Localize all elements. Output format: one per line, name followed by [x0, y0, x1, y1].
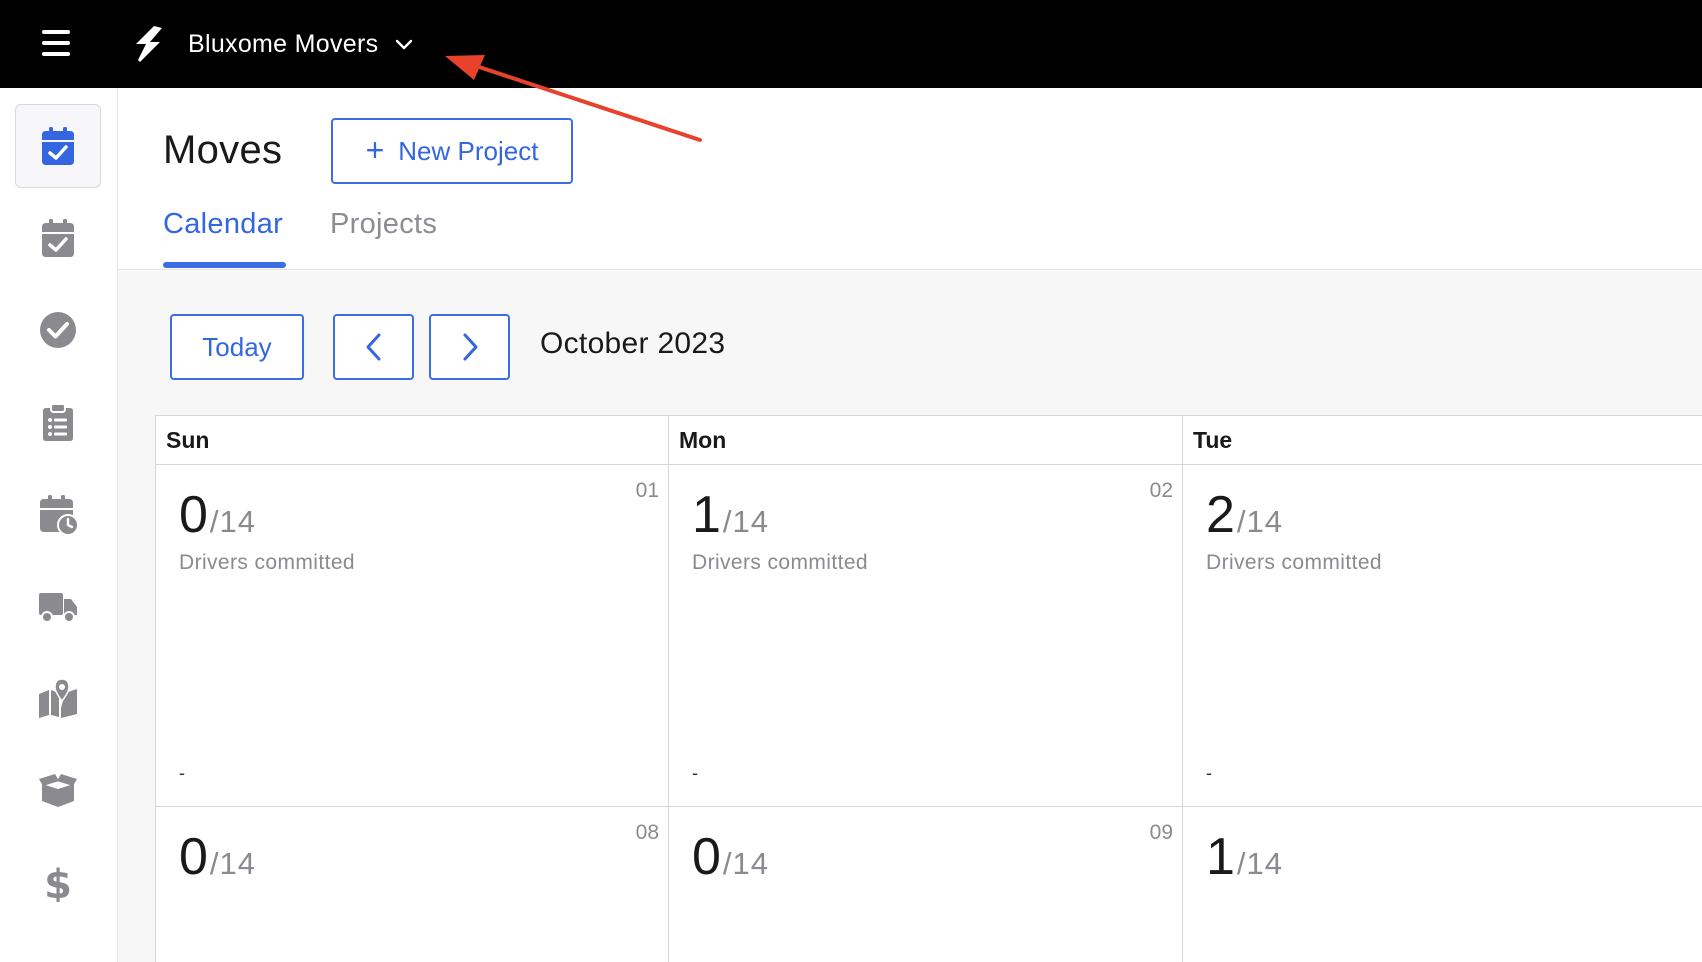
plus-icon: + [365, 131, 385, 168]
calendar-grid: Sun Mon Tue 01 0 /14 Drivers committed -… [155, 415, 1702, 962]
drivers-committed-count: 0 /14 [179, 827, 256, 887]
calendar-clock-icon [40, 495, 78, 534]
new-project-label: New Project [398, 135, 539, 166]
check-circle-icon [40, 312, 76, 348]
next-month-button[interactable] [429, 314, 510, 380]
committed-number: 0 [179, 486, 209, 544]
calendar-day-cell[interactable]: 1 /14 [1183, 807, 1702, 962]
drivers-committed-count: 1 /14 [692, 485, 769, 545]
drivers-committed-count: 0 /14 [179, 485, 256, 545]
day-summary: - [1206, 763, 1212, 783]
sidebar-item-territories[interactable] [15, 656, 101, 740]
svg-text:$: $ [44, 862, 72, 902]
day-header-sun: Sun [156, 416, 669, 465]
today-button[interactable]: Today [170, 314, 304, 380]
committed-number: 1 [692, 486, 722, 544]
calendar-check-icon [42, 127, 74, 165]
organization-switcher[interactable]: Bluxome Movers [188, 26, 414, 62]
truck-icon [39, 593, 77, 623]
day-number: 01 [635, 479, 659, 502]
month-label: October 2023 [540, 327, 726, 360]
sidebar-item-tasks[interactable] [15, 288, 101, 372]
lightning-bolt-logo-icon [136, 26, 162, 62]
chevron-left-icon [366, 333, 380, 361]
calendar-day-cell[interactable]: 01 0 /14 Drivers committed - [156, 465, 669, 807]
sidebar-item-moves[interactable] [15, 104, 101, 188]
organization-name: Bluxome Movers [188, 29, 379, 58]
calendar-day-cell[interactable]: 2 /14 Drivers committed - [1183, 465, 1702, 807]
committed-number: 1 [1206, 828, 1236, 886]
day-number: 09 [1149, 821, 1173, 844]
page-title: Moves [163, 128, 283, 172]
day-summary: - [692, 763, 698, 783]
calendar-day-cell[interactable]: 08 0 /14 [156, 807, 669, 962]
sidebar-item-availability[interactable] [15, 472, 101, 556]
calendar-day-cell[interactable]: 02 1 /14 Drivers committed - [669, 465, 1183, 807]
calendar-day-cell[interactable]: 09 0 /14 [669, 807, 1183, 962]
committed-number: 2 [1206, 486, 1236, 544]
sidebar-item-schedule[interactable] [15, 196, 101, 280]
hamburger-menu-icon[interactable] [42, 30, 72, 56]
calendar-check-icon [42, 219, 74, 257]
dollar-icon: $ [44, 862, 72, 902]
drivers-committed-count: 0 /14 [692, 827, 769, 887]
drivers-committed-label: Drivers committed [692, 551, 868, 574]
committed-number: 0 [692, 828, 722, 886]
day-header-mon: Mon [669, 416, 1183, 465]
day-header-tue: Tue [1183, 416, 1702, 465]
top-bar: Bluxome Movers [0, 0, 1702, 88]
page-header: Moves + New Project Calendar Projects [118, 88, 1702, 270]
committed-total: /14 [209, 846, 257, 881]
calendar-view: Today October 2023 Sun Mon Tue 01 0 /14 … [118, 271, 1702, 962]
drivers-committed-label: Drivers committed [1206, 551, 1382, 574]
sidebar: $ [0, 88, 118, 962]
committed-total: /14 [1236, 504, 1284, 539]
committed-total: /14 [722, 504, 770, 539]
day-number: 02 [1149, 479, 1173, 502]
map-pin-icon [39, 678, 77, 718]
committed-total: /14 [209, 504, 257, 539]
sidebar-item-inventory[interactable] [15, 748, 101, 832]
previous-month-button[interactable] [333, 314, 414, 380]
sidebar-item-trucks[interactable] [15, 564, 101, 648]
tab-calendar[interactable]: Calendar [163, 208, 283, 241]
chevron-down-icon [396, 39, 413, 50]
chevron-right-icon [463, 333, 477, 361]
committed-number: 0 [179, 828, 209, 886]
drivers-committed-count: 2 /14 [1206, 485, 1283, 545]
new-project-button[interactable]: + New Project [331, 118, 573, 184]
day-summary: - [179, 763, 185, 783]
clipboard-list-icon [43, 403, 73, 441]
sidebar-item-checklists[interactable] [15, 380, 101, 464]
box-icon [39, 774, 77, 807]
active-tab-indicator [163, 262, 286, 268]
committed-total: /14 [1236, 846, 1284, 881]
sidebar-item-billing[interactable]: $ [15, 840, 101, 924]
committed-total: /14 [722, 846, 770, 881]
day-number: 08 [635, 821, 659, 844]
drivers-committed-label: Drivers committed [179, 551, 355, 574]
drivers-committed-count: 1 /14 [1206, 827, 1283, 887]
tab-projects[interactable]: Projects [330, 208, 437, 241]
